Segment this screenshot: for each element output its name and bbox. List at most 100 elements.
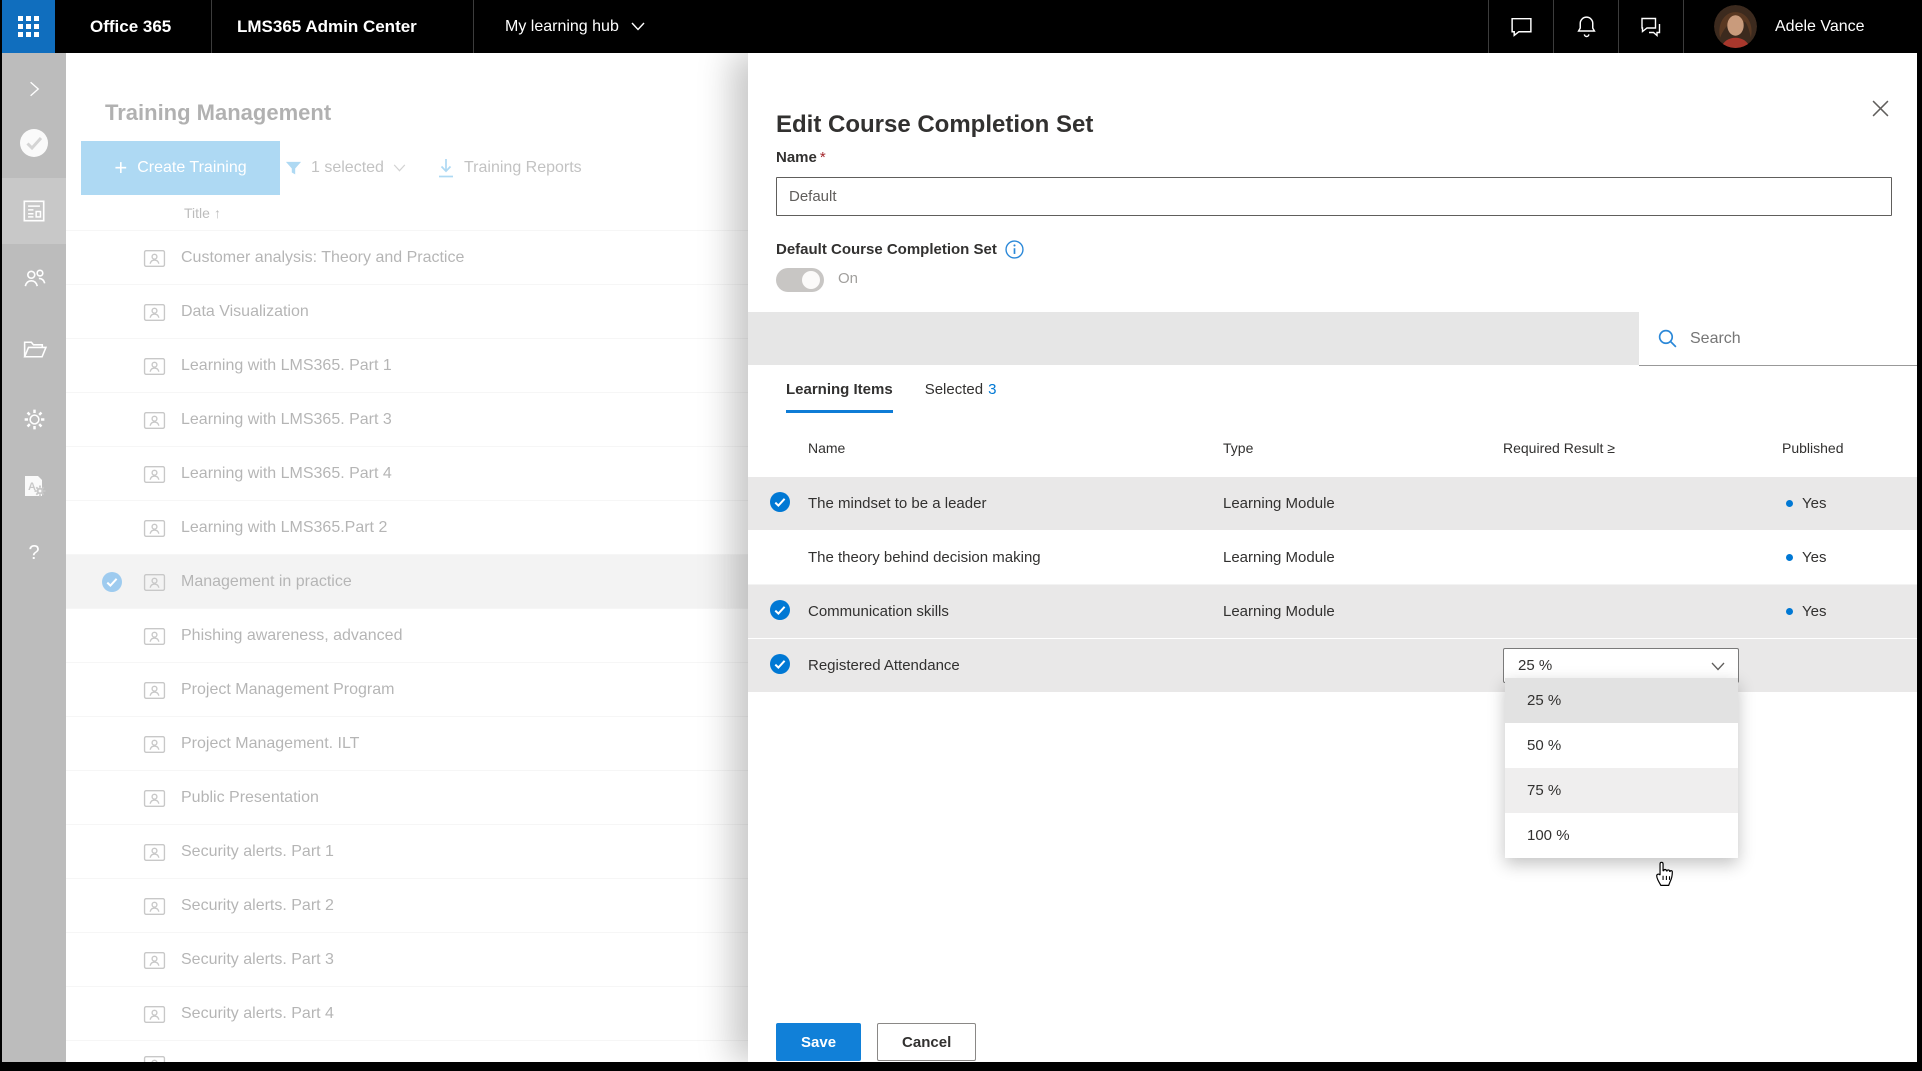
item-name: Registered Attendance xyxy=(808,657,1223,674)
training-badge-icon xyxy=(143,1003,166,1026)
published-dot-icon xyxy=(1786,500,1793,507)
sidebar-item-approvals[interactable] xyxy=(2,110,66,176)
lms365-admin-screen: Office 365 LMS365 Admin Center My learni… xyxy=(0,0,1922,1071)
training-title: Customer analysis: Theory and Practice xyxy=(181,231,464,285)
training-title: Public Presentation xyxy=(181,771,319,825)
tab-selected[interactable]: Selected3 xyxy=(925,381,997,413)
sort-ascending-icon: ↑ xyxy=(214,205,221,221)
app-launcher-button[interactable] xyxy=(2,0,55,53)
save-button[interactable]: Save xyxy=(776,1023,861,1061)
training-row[interactable]: Learning with LMS365. Part 1 xyxy=(66,339,748,393)
office365-brand[interactable]: Office 365 xyxy=(90,0,171,53)
sidebar-item-admin[interactable]: A xyxy=(2,453,66,519)
edit-course-completion-set-dialog: Edit Course Completion Set Name* Default… xyxy=(748,53,1917,1062)
training-badge-icon xyxy=(143,679,166,702)
user-photo xyxy=(1714,5,1757,48)
training-badge-icon xyxy=(143,409,166,432)
training-row-partial[interactable] xyxy=(66,1041,748,1062)
cancel-button[interactable]: Cancel xyxy=(877,1023,976,1061)
chat-icon xyxy=(1509,14,1534,39)
learning-item-row[interactable]: Registered Attendance25 % xyxy=(748,639,1917,693)
dropdown-option[interactable]: 25 % xyxy=(1505,678,1738,723)
users-icon xyxy=(21,265,47,291)
toggle-knob xyxy=(802,271,820,289)
col-published: Published xyxy=(1782,440,1917,456)
dropdown-option[interactable]: 75 % xyxy=(1505,768,1738,813)
search-input[interactable] xyxy=(1688,329,1888,349)
training-badge-icon xyxy=(143,895,166,918)
col-required-result: Required Result ≥ xyxy=(1503,440,1782,456)
training-row[interactable]: Project Management. ILT xyxy=(66,717,748,771)
title-column-header[interactable]: Title ↑ xyxy=(184,205,221,221)
required-asterisk: * xyxy=(820,149,826,166)
training-row[interactable]: Security alerts. Part 4 xyxy=(66,987,748,1041)
training-title: Learning with LMS365. Part 4 xyxy=(181,447,392,501)
command-bar: + Create Training 1 selected xyxy=(66,141,748,195)
item-type: Learning Module xyxy=(1223,603,1503,620)
create-training-button[interactable]: + Create Training xyxy=(81,141,280,195)
sidebar-item-help[interactable]: ? xyxy=(2,520,66,586)
published-cell: Yes xyxy=(1782,495,1917,512)
training-badge-icon xyxy=(143,949,166,972)
training-badge-icon xyxy=(143,463,166,486)
sidebar-item-catalog[interactable] xyxy=(2,316,66,382)
training-row[interactable]: Customer analysis: Theory and Practice xyxy=(66,231,748,285)
feedback-button[interactable] xyxy=(1619,0,1683,53)
default-set-toggle[interactable] xyxy=(776,268,824,292)
dialog-title: Edit Course Completion Set xyxy=(776,111,1093,139)
learning-items-table: The mindset to be a leaderLearning Modul… xyxy=(748,477,1917,693)
training-row[interactable]: Learning with LMS365. Part 4 xyxy=(66,447,748,501)
training-title: Project Management. ILT xyxy=(181,717,359,771)
hub-menu[interactable]: My learning hub xyxy=(505,0,645,53)
sidebar-item-users[interactable] xyxy=(2,245,66,311)
training-row[interactable]: Security alerts. Part 3 xyxy=(66,933,748,987)
bell-icon xyxy=(1574,14,1599,39)
training-row[interactable]: Management in practice xyxy=(66,555,748,609)
col-name: Name xyxy=(808,440,1223,456)
help-icon: ? xyxy=(28,542,39,565)
training-row[interactable]: Security alerts. Part 2 xyxy=(66,879,748,933)
search-box[interactable] xyxy=(1639,312,1917,366)
dropdown-option[interactable]: 100 % xyxy=(1505,813,1738,858)
training-title: Data Visualization xyxy=(181,285,309,339)
tab-learning-items[interactable]: Learning Items xyxy=(786,381,893,413)
info-icon[interactable] xyxy=(1005,240,1024,259)
topbar-divider xyxy=(211,0,212,53)
training-badge-icon xyxy=(143,517,166,540)
learning-item-row[interactable]: The theory behind decision makingLearnin… xyxy=(748,531,1917,585)
training-row[interactable]: Data Visualization xyxy=(66,285,748,339)
admin-config-icon: A xyxy=(20,472,48,500)
sidebar-item-settings[interactable] xyxy=(2,386,66,452)
training-reports-button[interactable]: Training Reports xyxy=(437,141,582,195)
learning-item-row[interactable]: The mindset to be a leaderLearning Modul… xyxy=(748,477,1917,531)
training-row[interactable]: Learning with LMS365. Part 3 xyxy=(66,393,748,447)
published-cell: Yes xyxy=(1782,603,1917,620)
chat-button[interactable] xyxy=(1489,0,1553,53)
filter-dropdown[interactable]: 1 selected xyxy=(285,141,406,195)
chevron-down-icon xyxy=(1711,662,1725,671)
sidebar-item-training-management[interactable] xyxy=(2,178,66,244)
tabs: Learning Items Selected3 xyxy=(786,381,996,413)
training-management-page: A ? Training Management + xyxy=(2,53,748,1062)
training-row[interactable]: Project Management Program xyxy=(66,663,748,717)
download-report-icon xyxy=(437,158,455,179)
training-badge-icon xyxy=(143,625,166,648)
learning-item-row[interactable]: Communication skillsLearning ModuleYes xyxy=(748,585,1917,639)
training-row[interactable]: Phishing awareness, advanced xyxy=(66,609,748,663)
training-row[interactable]: Security alerts. Part 1 xyxy=(66,825,748,879)
close-icon xyxy=(1872,100,1889,117)
user-name[interactable]: Adele Vance xyxy=(1775,0,1865,53)
training-title: Security alerts. Part 3 xyxy=(181,933,334,987)
training-row[interactable]: Learning with LMS365.Part 2 xyxy=(66,501,748,555)
training-badge-icon xyxy=(143,733,166,756)
selected-check-icon xyxy=(770,654,790,674)
name-input[interactable] xyxy=(776,177,1892,216)
training-title: Security alerts. Part 1 xyxy=(181,825,334,879)
notifications-button[interactable] xyxy=(1554,0,1618,53)
item-name: The theory behind decision making xyxy=(808,549,1223,566)
close-button[interactable] xyxy=(1867,95,1893,121)
dropdown-option[interactable]: 50 % xyxy=(1505,723,1738,768)
avatar[interactable] xyxy=(1714,5,1757,48)
settings-gear-icon xyxy=(21,406,48,433)
training-row[interactable]: Public Presentation xyxy=(66,771,748,825)
